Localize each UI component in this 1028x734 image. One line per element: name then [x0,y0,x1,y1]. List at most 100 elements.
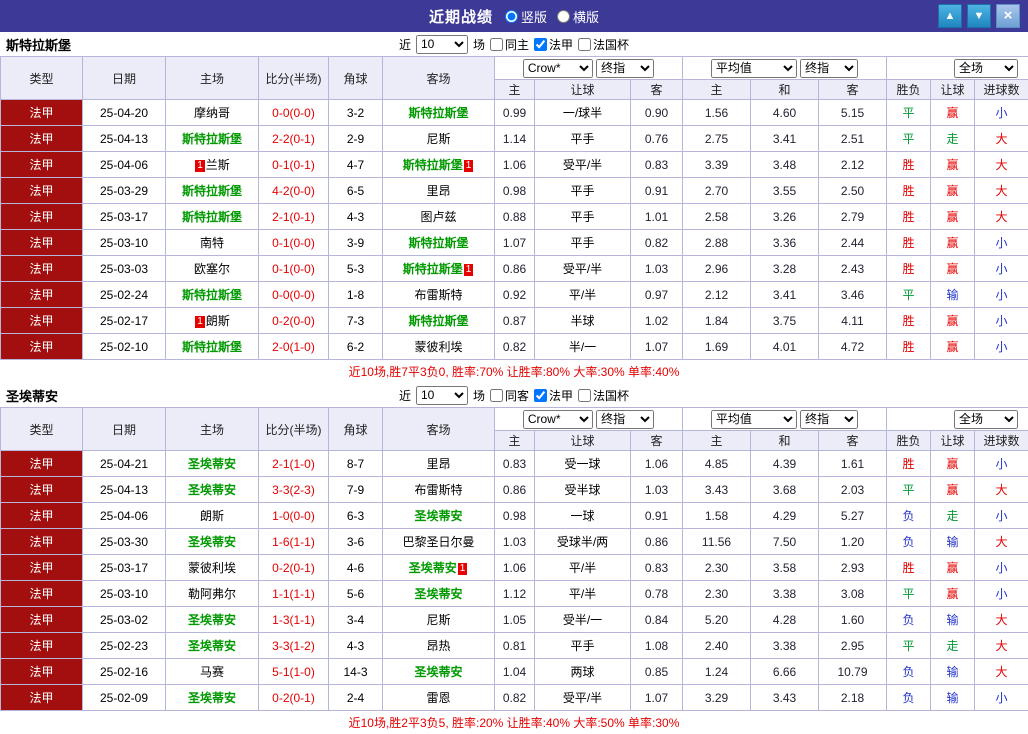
away-team-cell: 巴黎圣日尔曼 [383,529,495,555]
team-name: 里昂 [426,457,450,471]
euro-odds-type-select[interactable]: 终指 [800,59,858,78]
result-handicap: 赢 [931,204,975,230]
recent-count-select[interactable]: 10 [416,35,468,54]
league-cell: 法甲 [1,152,83,178]
cup-filter-input[interactable] [578,389,591,402]
cup-filter-label: 法国杯 [593,36,629,53]
league-filter-input[interactable] [534,38,547,51]
euro-lose-odds: 2.12 [819,152,887,178]
same-venue-checkbox[interactable]: 同客 [490,387,529,404]
asia-away-header: 客 [631,431,683,451]
radio-vertical-input[interactable] [505,10,518,23]
asia-home-odds: 1.14 [495,126,535,152]
corners-cell: 3-2 [329,100,383,126]
red-card-badge: 1 [464,264,474,276]
asia-away-odds: 1.02 [631,308,683,334]
result-handicap: 赢 [931,230,975,256]
result-goals: 小 [975,230,1028,256]
asia-odds-type-select[interactable]: 终指 [596,59,654,78]
recent-count-select[interactable]: 10 [416,386,468,405]
euro-win-odds: 1.24 [683,659,751,685]
score-cell: 0-1(0-0) [259,230,329,256]
asia-home-odds: 1.06 [495,555,535,581]
same-venue-input[interactable] [490,38,503,51]
league-cell: 法甲 [1,685,83,711]
result-handicap: 赢 [931,334,975,360]
filter-bar-1: 斯特拉斯堡 近 10 场 同主 法甲 法国杯 [0,32,1028,56]
cup-filter-input[interactable] [578,38,591,51]
team-name: 里昂 [426,184,450,198]
away-team-cell: 图卢兹 [383,204,495,230]
asia-away-odds: 0.82 [631,230,683,256]
league-cell: 法甲 [1,204,83,230]
asia-away-odds: 1.01 [631,204,683,230]
bookmaker-select[interactable]: Crow* [523,59,593,78]
result-handicap: 赢 [931,100,975,126]
result-handicap: 赢 [931,308,975,334]
result-handicap: 走 [931,633,975,659]
result-wdl: 胜 [887,308,931,334]
result-handicap-header: 让球 [931,431,975,451]
asia-home-odds: 0.88 [495,204,535,230]
asia-handicap: 一/球半 [535,100,631,126]
scope-select[interactable]: 全场 [954,59,1018,78]
radio-horizontal-input[interactable] [557,10,570,23]
asia-home-odds: 1.04 [495,659,535,685]
asia-odds-type-select[interactable]: 终指 [596,410,654,429]
euro-lose-odds: 1.60 [819,607,887,633]
radio-vertical[interactable]: 竖版 [505,7,547,26]
euro-win-odds: 1.56 [683,100,751,126]
same-venue-input[interactable] [490,389,503,402]
score-cell: 2-0(1-0) [259,334,329,360]
result-handicap-header: 让球 [931,80,975,100]
scope-select[interactable]: 全场 [954,410,1018,429]
match-row: 法甲25-02-171朗斯0-2(0-0)7-3斯特拉斯堡0.87半球1.021… [1,308,1028,334]
euro-lose-odds: 1.61 [819,451,887,477]
asia-away-odds: 0.91 [631,178,683,204]
league-filter-input[interactable] [534,389,547,402]
home-team-cell: 蒙彼利埃 [166,555,259,581]
euro-lose-odds: 3.46 [819,282,887,308]
euro-odds-select-group: 平均值 终指 [683,408,887,431]
radio-horizontal[interactable]: 横版 [557,7,599,26]
move-down-button[interactable]: ▼ [967,4,991,28]
asia-home-odds: 0.99 [495,100,535,126]
home-team-cell: 欧塞尔 [166,256,259,282]
euro-average-select[interactable]: 平均值 [711,59,797,78]
away-team-cell: 昂热 [383,633,495,659]
away-team-cell: 圣埃蒂安 [383,503,495,529]
team-name: 斯特拉斯堡 [403,158,463,172]
league-cell: 法甲 [1,334,83,360]
euro-average-select[interactable]: 平均值 [711,410,797,429]
league-filter-checkbox[interactable]: 法甲 [534,387,573,404]
same-venue-checkbox[interactable]: 同主 [490,36,529,53]
league-cell: 法甲 [1,529,83,555]
filter-bar-2: 圣埃蒂安 近 10 场 同客 法甲 法国杯 [0,383,1028,407]
result-wdl: 胜 [887,178,931,204]
asia-away-odds: 1.06 [631,451,683,477]
euro-odds-type-select[interactable]: 终指 [800,410,858,429]
move-up-button[interactable]: ▲ [938,4,962,28]
euro-lose-odds: 5.27 [819,503,887,529]
euro-lose-odds: 2.18 [819,685,887,711]
match-row: 法甲25-04-21圣埃蒂安2-1(1-0)8-7里昂0.83受一球1.064.… [1,451,1028,477]
radio-vertical-label: 竖版 [521,7,547,26]
score-cell: 0-1(0-0) [259,256,329,282]
result-wdl: 胜 [887,152,931,178]
date-cell: 25-02-24 [83,282,166,308]
asia-handicap: 两球 [535,659,631,685]
euro-win-odds: 2.30 [683,581,751,607]
cup-filter-checkbox[interactable]: 法国杯 [578,36,629,53]
asia-away-odds: 1.07 [631,334,683,360]
team-name: 斯特拉斯堡 [408,236,468,250]
bookmaker-select[interactable]: Crow* [523,410,593,429]
league-filter-checkbox[interactable]: 法甲 [534,36,573,53]
euro-lose-odds: 4.72 [819,334,887,360]
cup-filter-checkbox[interactable]: 法国杯 [578,387,629,404]
away-team-cell: 里昂 [383,178,495,204]
score-cell: 0-1(0-1) [259,152,329,178]
result-goals: 小 [975,100,1028,126]
close-button[interactable]: × [996,4,1020,28]
up-arrow-icon: ▲ [945,10,956,22]
corners-cell: 3-4 [329,607,383,633]
